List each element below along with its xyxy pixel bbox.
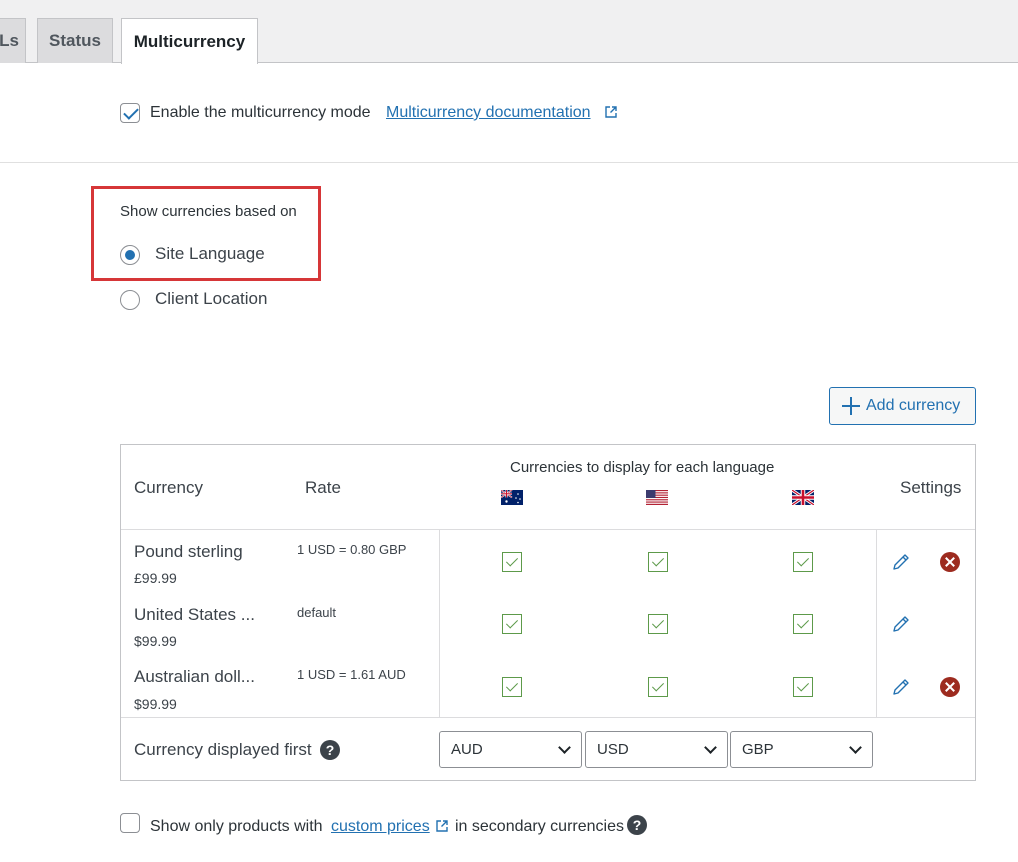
language-checkbox[interactable] (502, 677, 522, 697)
tab-label: Multicurrency (133, 31, 246, 51)
section-divider (0, 162, 1018, 163)
language-checkbox[interactable] (793, 677, 813, 697)
edit-pencil-icon[interactable] (891, 677, 911, 697)
edit-pencil-icon[interactable] (891, 552, 911, 572)
usa-flag-icon (646, 490, 668, 505)
language-checkbox[interactable] (793, 552, 813, 572)
tab-status[interactable]: Status (37, 18, 113, 63)
tab-bar: Ls Status Multicurrency (0, 0, 1018, 64)
multicurrency-documentation-link[interactable]: Multicurrency documentation (386, 104, 591, 122)
currency-basis-heading: Show currencies based on (120, 203, 297, 220)
select-value: AUD (451, 741, 483, 758)
plus-icon (842, 397, 860, 415)
select-value: USD (597, 741, 629, 758)
language-checkbox[interactable] (648, 677, 668, 697)
add-currency-label: Add currency (866, 397, 961, 414)
add-currency-button[interactable]: Add currency (829, 387, 976, 425)
first-currency-select-australia[interactable]: AUD (439, 731, 582, 768)
client-location-radio[interactable] (120, 290, 140, 310)
first-currency-select-uk[interactable]: GBP (730, 731, 873, 768)
chevron-down-icon (558, 741, 571, 754)
tab-multicurrency[interactable]: Multicurrency (121, 18, 258, 64)
header-settings: Settings (900, 478, 962, 497)
site-language-label: Site Language (155, 244, 265, 263)
australia-flag-icon (501, 490, 523, 505)
custom-prices-link[interactable]: custom prices (331, 818, 430, 836)
footer-divider (121, 717, 975, 718)
tab-label: Ls (0, 31, 19, 50)
site-language-radio[interactable] (120, 245, 140, 265)
language-checkbox[interactable] (502, 552, 522, 572)
currency-name: United States ... (134, 605, 255, 624)
help-icon[interactable]: ? (627, 815, 647, 835)
external-link-icon (436, 820, 448, 832)
select-value: GBP (742, 741, 774, 758)
language-checkbox[interactable] (648, 614, 668, 634)
currency-displayed-first-label: Currency displayed first (134, 740, 312, 759)
delete-currency-icon[interactable] (940, 677, 960, 697)
currency-price: $99.99 (134, 696, 177, 712)
custom-prices-text-after: in secondary currencies (455, 818, 624, 835)
delete-currency-icon[interactable] (940, 552, 960, 572)
header-rate: Rate (305, 478, 341, 497)
header-divider (121, 529, 975, 530)
highlight-box (91, 186, 321, 281)
column-divider-left (439, 530, 440, 717)
tab-urls[interactable]: Ls (0, 18, 26, 63)
currency-rate: default (297, 605, 337, 620)
help-icon[interactable]: ? (320, 740, 340, 760)
external-link-icon (605, 106, 617, 118)
custom-prices-text-before: Show only products with (150, 818, 323, 835)
currency-rate: 1 USD = 0.80 GBP (297, 542, 407, 557)
client-location-label: Client Location (155, 289, 268, 308)
column-divider-right (876, 530, 877, 717)
edit-pencil-icon[interactable] (891, 614, 911, 634)
currency-name: Pound sterling (134, 542, 243, 561)
custom-prices-only-checkbox[interactable] (120, 813, 140, 833)
uk-flag-icon (792, 490, 814, 505)
header-languages: Currencies to display for each language (510, 459, 775, 476)
language-checkbox[interactable] (502, 614, 522, 634)
language-checkbox[interactable] (648, 552, 668, 572)
tab-label: Status (49, 31, 101, 50)
chevron-down-icon (849, 741, 862, 754)
header-currency: Currency (134, 478, 203, 497)
chevron-down-icon (704, 741, 717, 754)
first-currency-select-usa[interactable]: USD (585, 731, 728, 768)
currency-price: £99.99 (134, 570, 177, 586)
currency-rate: 1 USD = 1.61 AUD (297, 667, 406, 682)
enable-multicurrency-label: Enable the multicurrency mode (150, 104, 371, 121)
currency-price: $99.99 (134, 633, 177, 649)
currency-name: Australian doll... (134, 667, 255, 686)
enable-multicurrency-checkbox[interactable] (120, 103, 140, 123)
language-checkbox[interactable] (793, 614, 813, 634)
